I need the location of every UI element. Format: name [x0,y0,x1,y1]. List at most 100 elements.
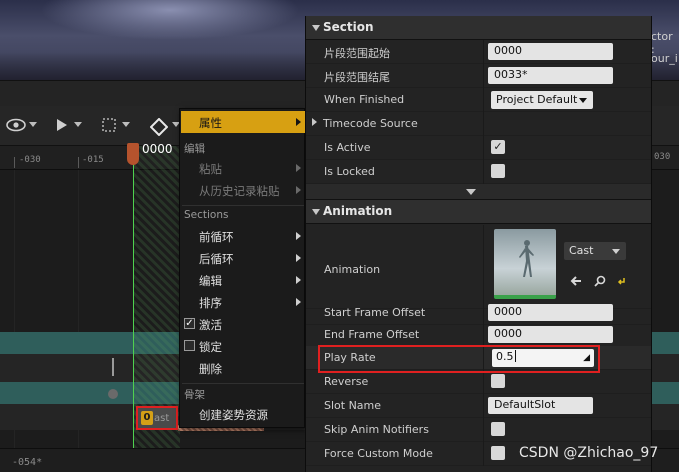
menu-item-label: 锁定 [199,340,222,354]
prop-label: When Finished [324,93,405,106]
play-icon[interactable] [56,118,68,135]
skip-notifiers-checkbox[interactable] [491,422,505,436]
column-divider[interactable] [483,394,484,418]
prop-label: Force Custom Mode [324,447,433,460]
range-end-field[interactable]: 0033* [488,67,613,84]
reset-icon[interactable] [617,275,627,289]
prop-range-end: 片段范围结尾 0033* [306,64,651,88]
search-icon[interactable] [594,275,606,290]
menu-item-pre-loop[interactable]: 前循环 [181,225,305,247]
menu-item-paste[interactable]: 粘贴 [181,157,305,179]
animation-asset-dropdown[interactable]: Cast [564,242,626,260]
column-divider[interactable] [483,160,484,184]
menu-item-post-loop[interactable]: 后循环 [181,247,305,269]
eye-icon[interactable] [6,118,26,135]
prop-when-finished: When Finished Project Default [306,88,651,112]
slot-name-field[interactable]: DefaultSlot [488,397,593,414]
playhead-line[interactable] [133,146,134,448]
key-handle[interactable] [108,389,118,399]
marquee-select-icon[interactable] [102,118,116,135]
dropdown-value: Project Default [496,93,578,106]
end-time: -054* [12,457,43,468]
lock-checkbox[interactable] [184,340,195,351]
menu-item-label: 前循环 [199,230,234,244]
check-icon[interactable]: ✓ [184,318,195,329]
chevron-right-icon[interactable] [312,118,317,126]
menu-item-create-pose-asset[interactable]: 创建姿势资源 [181,403,305,425]
dropdown-value: Cast [569,244,594,257]
column-divider[interactable] [483,323,484,347]
animation-thumbnail[interactable] [494,229,556,299]
column-divider[interactable] [483,64,484,88]
section-label: ast [154,413,170,424]
menu-item-label: 粘贴 [199,162,222,176]
menu-item-label: 激活 [199,318,222,332]
category-section[interactable]: Section [306,16,651,40]
column-divider[interactable] [483,40,484,64]
chevron-right-icon [296,298,301,306]
menu-separator [182,205,304,206]
chevron-down-icon [312,209,320,215]
prop-label: Skip Anim Notifiers [324,423,429,436]
prop-reverse: Reverse [306,370,651,394]
range-start-field[interactable]: 0000 [488,43,613,60]
animation-section[interactable]: 0 ast [136,406,178,430]
is-locked-checkbox[interactable] [491,164,505,178]
chevron-down-icon[interactable] [29,122,37,127]
prop-range-start: 片段范围起始 0000 [306,40,651,64]
menu-item-paste-from-history[interactable]: 从历史记录粘贴 [181,179,305,201]
advanced-expander[interactable] [306,184,651,200]
category-title: Animation [323,204,393,218]
menu-item-delete[interactable]: 删除 [181,357,305,379]
ruler-label: -015 [82,155,104,165]
prop-is-active: Is Active ✓ [306,136,651,160]
prop-label: 片段范围起始 [324,47,390,60]
prop-label: Start Frame Offset [324,306,426,319]
when-finished-dropdown[interactable]: Project Default [491,91,593,109]
chevron-right-icon [296,254,301,262]
playhead-handle[interactable] [127,143,139,165]
chevron-down-icon [612,249,620,254]
prop-label: Is Active [324,141,371,154]
section-badge: 0 [141,411,153,425]
menu-item-lock[interactable]: 锁定 [181,335,305,357]
end-frame-offset-field[interactable]: 0000 [488,326,613,343]
column-divider[interactable] [483,301,484,325]
prop-is-locked: Is Locked [306,160,651,184]
chevron-down-icon [579,98,587,103]
key-diamond-icon[interactable] [149,117,169,139]
is-active-checkbox[interactable]: ✓ [491,140,505,154]
column-divider[interactable] [483,88,484,112]
category-title: Section [323,20,374,34]
menu-item-properties[interactable]: 属性 [181,111,305,133]
column-divider[interactable] [483,136,484,160]
chevron-down-icon[interactable] [122,122,130,127]
category-animation[interactable]: Animation [306,200,651,224]
menu-header-skeleton: 骨架 [184,389,205,401]
prop-animation: Animation Cast [306,225,651,309]
browse-arrow-icon[interactable] [570,275,582,290]
prop-label: 片段范围结尾 [324,71,390,84]
ruler-tick [78,157,79,168]
track-marker [112,358,114,376]
start-frame-offset-field[interactable]: 0000 [488,304,613,321]
context-menu: 属性 编辑 粘贴 从历史记录粘贴 Sections 前循环 后循环 编辑 排序 … [179,108,305,428]
annotation-highlight [318,345,600,373]
menu-item-label: 从历史记录粘贴 [199,184,280,198]
prop-timecode-source[interactable]: Timecode Source [306,112,651,136]
reverse-checkbox[interactable] [491,374,505,388]
chevron-right-icon [296,164,301,172]
column-divider[interactable] [483,225,484,309]
section-range-hatch [134,146,180,448]
force-custom-checkbox[interactable] [491,446,505,460]
column-divider[interactable] [483,112,484,136]
menu-item-order[interactable]: 排序 [181,291,305,313]
prop-label: Is Locked [324,165,375,178]
menu-item-activate[interactable]: ✓ 激活 [181,313,305,335]
column-divider[interactable] [483,442,484,466]
menu-item-label: 后循环 [199,252,234,266]
column-divider[interactable] [483,418,484,442]
chevron-down-icon[interactable] [74,122,82,127]
menu-item-edit[interactable]: 编辑 [181,269,305,291]
column-divider[interactable] [483,370,484,394]
